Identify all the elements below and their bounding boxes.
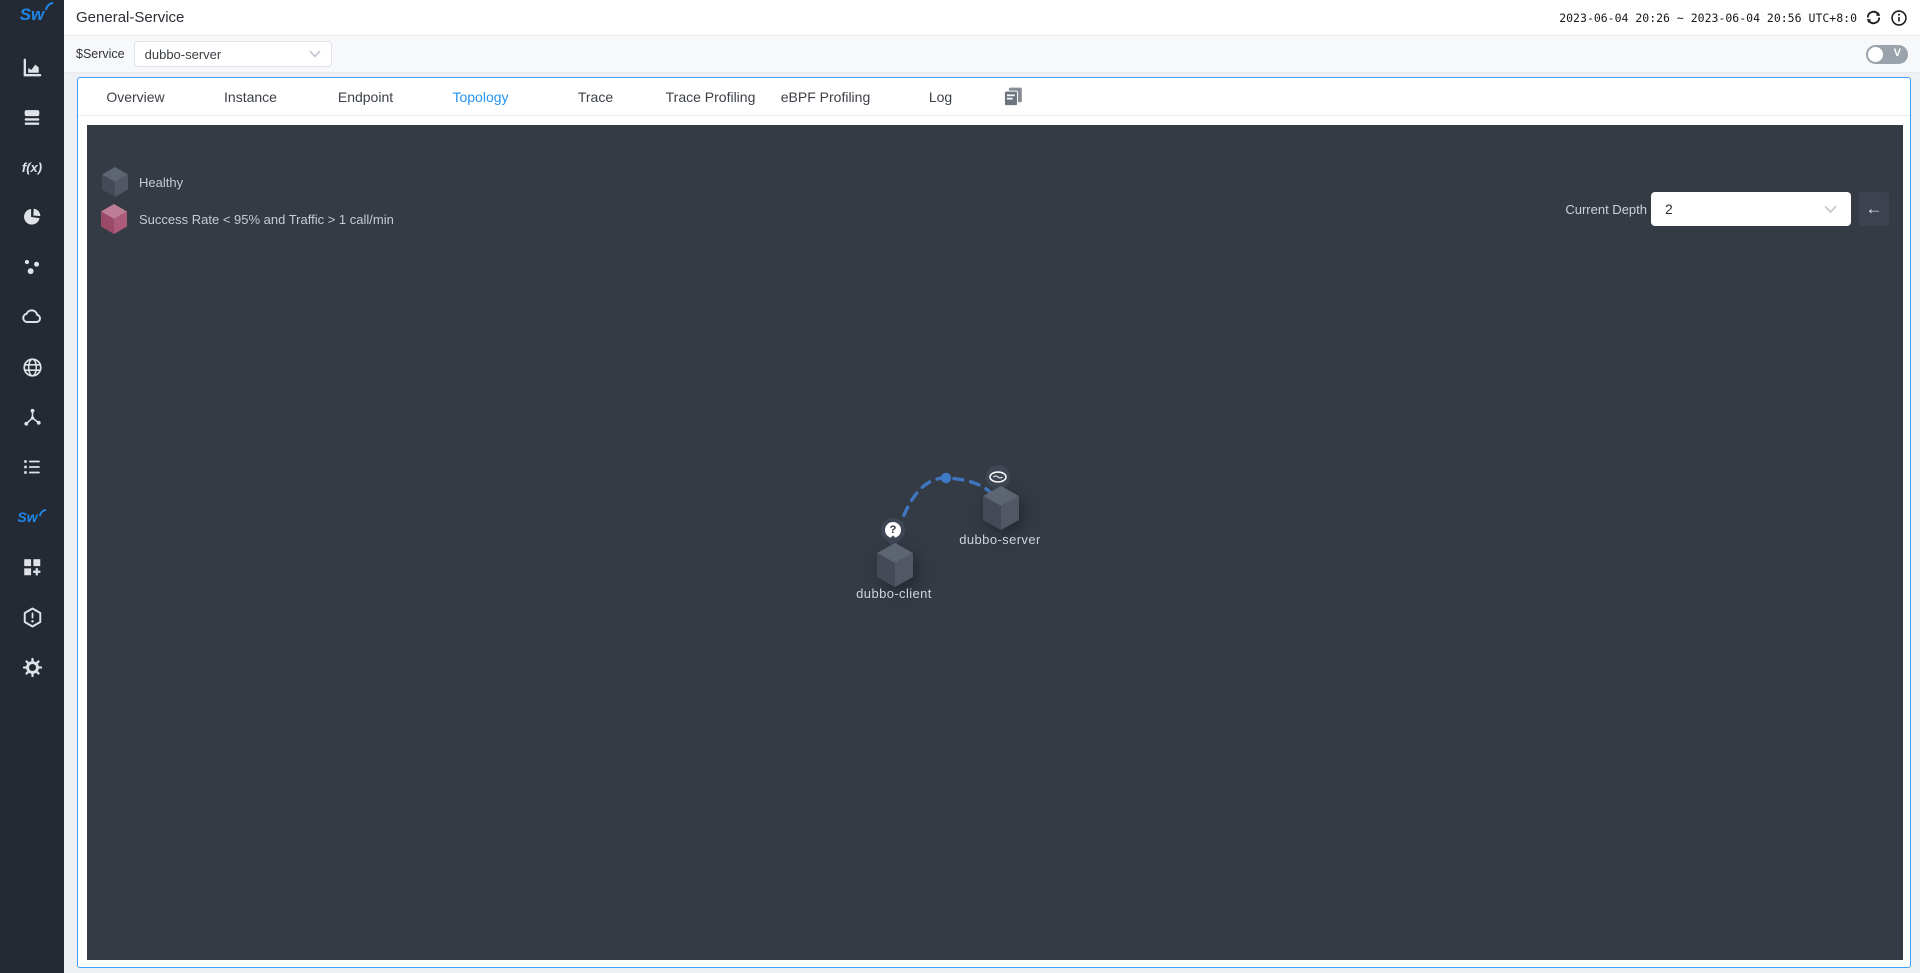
bar-chart-icon (21, 56, 44, 79)
sidebar-item-scatter[interactable] (0, 255, 64, 279)
dubbo-logo-icon (989, 471, 1007, 483)
skywalking-swoosh-icon (39, 509, 47, 517)
tab-trace-profiling[interactable]: Trace Profiling (653, 89, 768, 105)
sidebar-item-dashboard-new[interactable] (0, 555, 64, 579)
layers-icon (21, 106, 43, 128)
sidebar-item-pie[interactable] (0, 205, 64, 229)
content-card: Overview Instance Endpoint Topology Trac… (77, 77, 1911, 968)
service-select[interactable]: dubbo-server (134, 41, 332, 67)
refresh-icon[interactable] (1864, 8, 1883, 27)
sidebar-item-list[interactable] (0, 455, 64, 479)
settings-gear-icon (21, 656, 44, 679)
toggle-knob (1868, 47, 1883, 62)
tab-ebpf-profiling[interactable]: eBPF Profiling (768, 89, 883, 105)
top-header: General-Service 2023-06-04 20:26 ~ 2023-… (64, 0, 1920, 36)
cloud-icon (20, 305, 44, 329)
service-label: $Service (76, 47, 125, 61)
sidebar-item-globe[interactable] (0, 355, 64, 379)
node-client-badge[interactable]: ? (881, 518, 905, 542)
topology-icon (21, 406, 44, 429)
tab-endpoint[interactable]: Endpoint (308, 89, 423, 105)
dashboard-add-icon (21, 556, 43, 578)
skywalking-logo[interactable]: Sw (0, 5, 64, 25)
node-dubbo-client-label[interactable]: dubbo-client (856, 586, 932, 601)
chevron-down-icon (309, 50, 321, 58)
sidebar: Sw f(x) (0, 0, 64, 973)
tab-instance[interactable]: Instance (193, 89, 308, 105)
tab-overview[interactable]: Overview (78, 89, 193, 105)
sidebar-item-cloud[interactable] (0, 305, 64, 329)
alert-hexagon-icon (21, 606, 44, 629)
sidebar-item-skywalking[interactable]: Sw (0, 505, 64, 529)
service-selector-bar: $Service dubbo-server V (64, 36, 1920, 73)
version-toggle[interactable]: V (1866, 45, 1908, 64)
question-mark-icon: ? (885, 522, 901, 538)
edge-midpoint-dot (941, 473, 951, 483)
tab-trace[interactable]: Trace (538, 89, 653, 105)
pie-chart-icon (21, 206, 43, 228)
sidebar-item-alerting[interactable] (0, 605, 64, 629)
sidebar-item-topology[interactable] (0, 405, 64, 429)
logo-text: Sw (20, 5, 45, 24)
node-dubbo-server-cube[interactable] (981, 484, 1021, 532)
sidebar-item-function[interactable]: f(x) (0, 155, 64, 179)
logo-swoosh-icon (45, 2, 54, 11)
tab-log[interactable]: Log (883, 89, 998, 105)
globe-icon (21, 356, 44, 379)
node-dubbo-client-cube[interactable] (875, 541, 915, 589)
copy-tabs-icon[interactable] (1000, 84, 1026, 109)
header-right-group: 2023-06-04 20:26 ~ 2023-06-04 20:56 UTC+… (1559, 8, 1908, 27)
sidebar-item-dashboard-chart[interactable] (0, 55, 64, 79)
service-select-value: dubbo-server (145, 47, 222, 62)
scatter-icon (21, 256, 43, 278)
info-icon[interactable] (1890, 9, 1908, 27)
skywalking-icon: Sw (17, 509, 37, 525)
tab-topology[interactable]: Topology (423, 89, 538, 105)
sidebar-item-settings[interactable] (0, 655, 64, 679)
sidebar-item-layers[interactable] (0, 105, 64, 129)
function-icon: f(x) (22, 160, 42, 175)
node-dubbo-server-label[interactable]: dubbo-server (959, 532, 1040, 547)
toggle-label: V (1894, 47, 1901, 59)
page-title: General-Service (76, 9, 184, 26)
main-area: General-Service 2023-06-04 20:26 ~ 2023-… (64, 0, 1920, 973)
topology-panel[interactable]: Healthy Success Rate < 95% and Traffic >… (87, 125, 1903, 960)
list-icon (21, 456, 43, 478)
tab-bar: Overview Instance Endpoint Topology Trac… (78, 78, 1910, 116)
time-range-text[interactable]: 2023-06-04 20:26 ~ 2023-06-04 20:56 (1559, 11, 1801, 25)
timezone-text[interactable]: UTC+8:0 (1809, 11, 1857, 25)
